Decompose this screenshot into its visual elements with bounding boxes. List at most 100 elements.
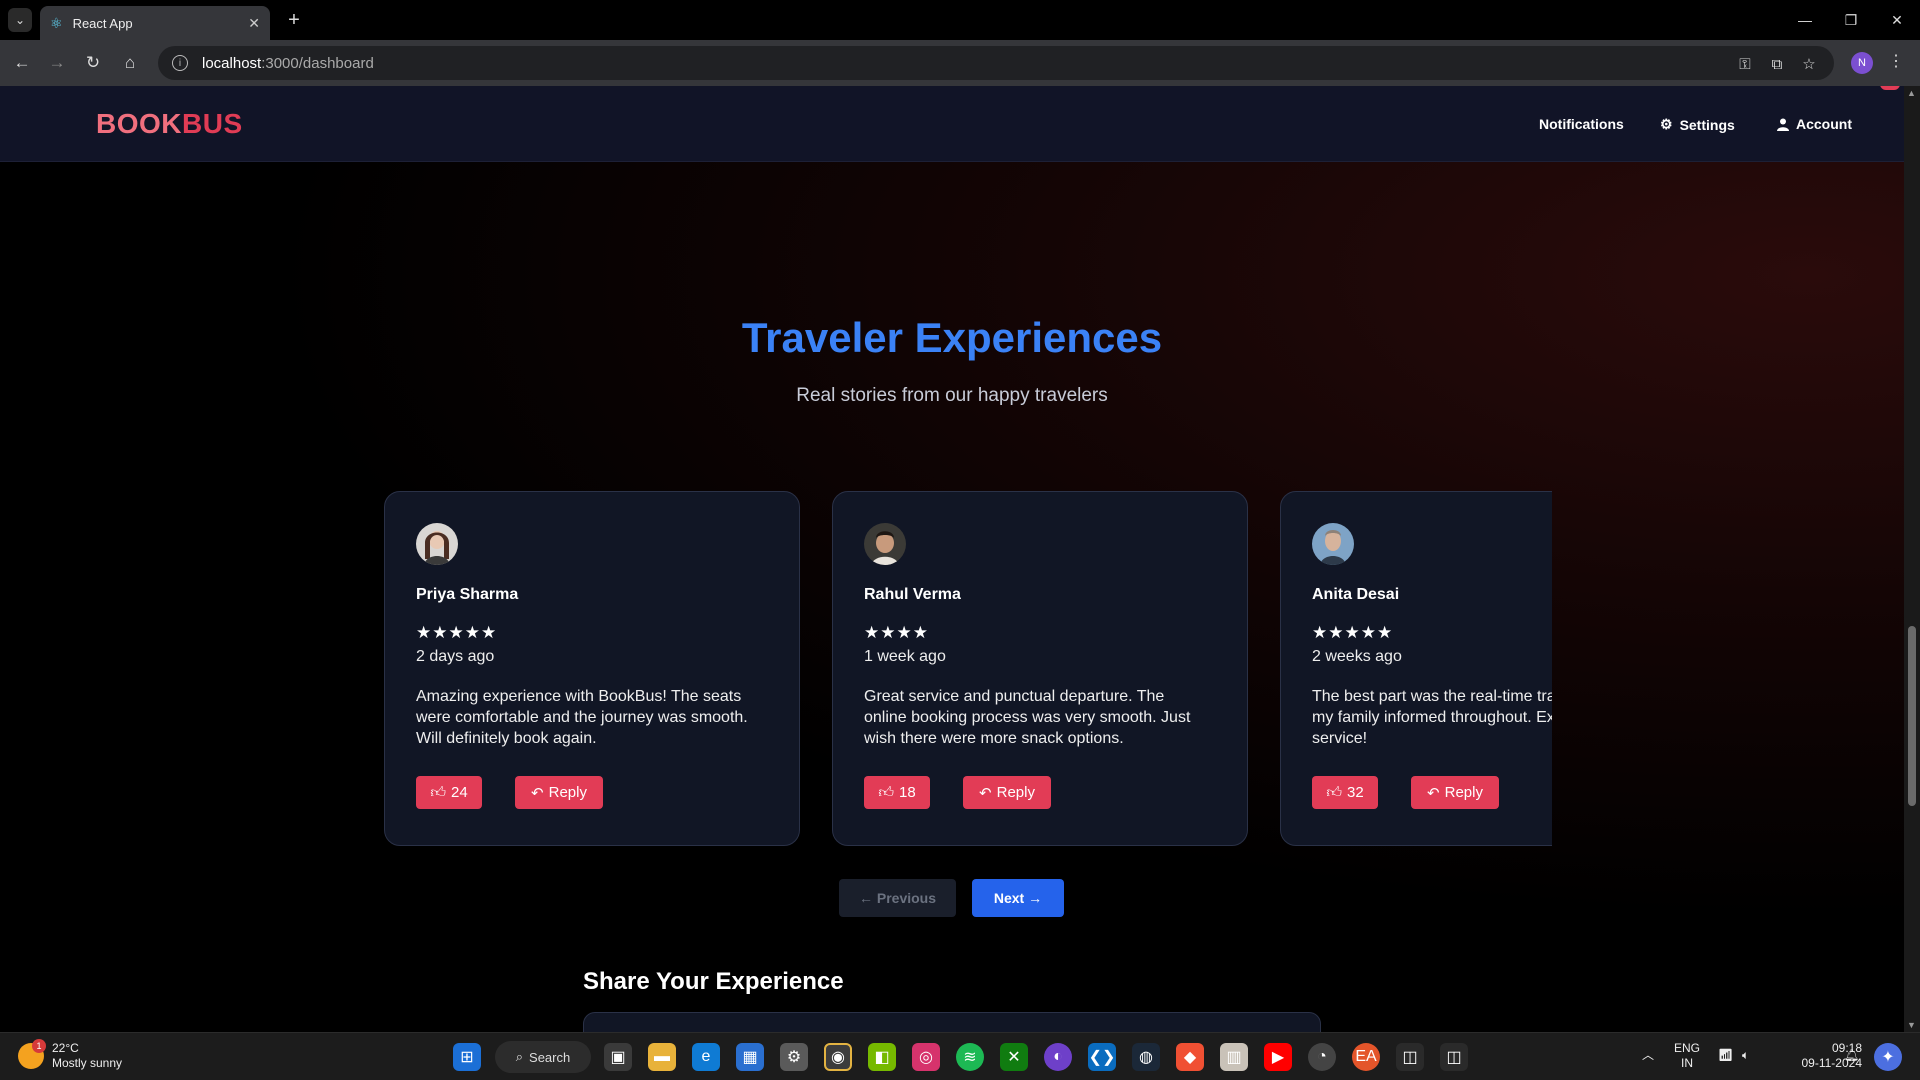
taskbar-search[interactable]: ⌕ Search — [495, 1041, 591, 1073]
copilot-icon[interactable]: ✦ — [1874, 1043, 1902, 1071]
show-hidden-icons-icon[interactable]: ︿ — [1642, 1048, 1654, 1063]
nav-settings[interactable]: ⚙ Settings — [1660, 116, 1735, 133]
nvidia-icon[interactable]: ◧ — [868, 1043, 896, 1071]
review-date: 2 weeks ago — [1312, 648, 1402, 665]
github-icon[interactable]: ◐ — [1044, 1043, 1072, 1071]
avatar — [1312, 523, 1354, 565]
xbox-icon[interactable]: ✕ — [1000, 1043, 1028, 1071]
weather-condition: Mostly sunny — [52, 1056, 123, 1070]
notification-bell-icon[interactable]: 🔔︎ — [1844, 1048, 1859, 1063]
reply-label: Reply — [1444, 784, 1483, 801]
new-tab-button[interactable]: + — [282, 8, 306, 32]
edge-icon[interactable]: e — [692, 1043, 720, 1071]
volume-icon[interactable]: 🔈︎ — [1742, 1048, 1749, 1063]
review-card: Priya Sharma ★★★★★ 2 days ago Amazing ex… — [384, 491, 800, 846]
scroll-down-arrow-icon[interactable]: ▼ — [1907, 1020, 1916, 1030]
nav-notifications-label: Notifications — [1539, 116, 1624, 132]
gear-icon: ⚙ — [1660, 116, 1673, 132]
unity-icon[interactable]: ◫ — [1440, 1043, 1468, 1071]
nav-notifications[interactable]: Notifications — [1539, 116, 1624, 132]
like-button[interactable]: 👍︎ 32 — [1312, 776, 1378, 809]
share-experience-title: Share Your Experience — [583, 968, 844, 995]
settings-app-icon[interactable]: ⚙ — [780, 1043, 808, 1071]
nav-account[interactable]: Account — [1777, 116, 1852, 132]
vscode-icon[interactable]: ❮❯ — [1088, 1043, 1116, 1071]
home-button[interactable]: ⌂ — [118, 51, 142, 75]
previous-button[interactable]: ← Previous — [839, 879, 956, 917]
git-icon[interactable]: ◆ — [1176, 1043, 1204, 1071]
page-scrollbar[interactable]: ▲ ▼ — [1904, 86, 1920, 1032]
reviewer-name: Anita Desai — [1312, 586, 1400, 603]
browser-toolbar: ← → ↻ ⌂ i localhost:3000/dashboard ⚿ ⧉ ☆ — [0, 40, 1920, 86]
file-explorer-icon[interactable]: ▬ — [648, 1043, 676, 1071]
site-logo[interactable]: BOOKBUS — [96, 108, 243, 140]
weather-widget[interactable]: 1 22°C Mostly sunny — [18, 1039, 123, 1071]
back-button[interactable]: ← — [10, 51, 34, 75]
forward-button[interactable]: → — [45, 51, 69, 75]
close-badge[interactable] — [1880, 86, 1900, 90]
reviewer-name: Priya Sharma — [416, 586, 519, 603]
reply-arrow-icon: ↶ — [531, 784, 544, 802]
ea-icon[interactable]: EA — [1352, 1043, 1380, 1071]
reply-button[interactable]: ↶ Reply — [963, 776, 1051, 809]
reviews-carousel: Priya Sharma ★★★★★ 2 days ago Amazing ex… — [384, 491, 1552, 847]
like-count: 24 — [451, 784, 468, 801]
windows-start-icon[interactable]: ⊞ — [453, 1043, 481, 1071]
like-count: 32 — [1347, 784, 1364, 801]
winrar-icon[interactable]: ▥ — [1220, 1043, 1248, 1071]
url-host: localhost — [202, 54, 262, 72]
like-count: 18 — [899, 784, 916, 801]
scrollbar-thumb[interactable] — [1908, 626, 1916, 806]
reply-button[interactable]: ↶ Reply — [1411, 776, 1499, 809]
task-view-icon[interactable]: ▣ — [604, 1043, 632, 1071]
wifi-icon[interactable]: 📶︎ — [1718, 1048, 1733, 1063]
youtube-icon[interactable]: ▶ — [1264, 1043, 1292, 1071]
obs-icon[interactable]: ◔ — [1308, 1043, 1336, 1071]
scroll-up-arrow-icon[interactable]: ▲ — [1907, 88, 1916, 98]
like-button[interactable]: 👍︎ 18 — [864, 776, 930, 809]
steam-icon[interactable]: ◍ — [1132, 1043, 1160, 1071]
review-text: Amazing experience with BookBus! The sea… — [416, 688, 748, 747]
minimize-button[interactable]: — — [1782, 0, 1828, 40]
tab-search-button[interactable]: ⌄ — [8, 8, 32, 32]
avatar — [864, 523, 906, 565]
review-card: Anita Desai ★★★★★ 2 weeks ago The best p… — [1280, 491, 1552, 846]
profile-avatar[interactable]: N — [1851, 52, 1873, 74]
next-button[interactable]: Next → — [972, 879, 1064, 917]
taskbar-search-label: Search — [529, 1049, 571, 1065]
like-button[interactable]: 👍︎ 24 — [416, 776, 482, 809]
nav-settings-label: Settings — [1679, 116, 1735, 133]
site-info-icon[interactable]: i — [172, 55, 188, 71]
reply-arrow-icon: ↶ — [1427, 784, 1440, 802]
thumbs-up-icon: 👍︎ — [878, 783, 894, 801]
browser-tab[interactable]: ⚛ React App ✕ — [40, 6, 270, 40]
weather-badge: 1 — [32, 1039, 46, 1053]
react-favicon-icon: ⚛ — [50, 14, 63, 31]
reply-label: Reply — [548, 784, 587, 801]
reply-button[interactable]: ↶ Reply — [515, 776, 603, 809]
close-window-button[interactable]: ✕ — [1874, 0, 1920, 40]
restore-button[interactable]: ❐ — [1828, 0, 1874, 40]
close-tab-icon[interactable]: ✕ — [248, 15, 260, 32]
thumbs-up-icon: 👍︎ — [1326, 783, 1342, 801]
bookmark-star-icon[interactable]: ☆ — [1800, 55, 1818, 73]
language-indicator[interactable]: ENG IN — [1674, 1041, 1700, 1071]
weather-temp: 22°C — [52, 1041, 79, 1055]
spotify-icon[interactable]: ≋ — [956, 1043, 984, 1071]
instagram-icon[interactable]: ◎ — [912, 1043, 940, 1071]
address-bar[interactable]: i localhost:3000/dashboard ⚿ ⧉ ☆ — [158, 46, 1834, 80]
install-app-icon[interactable]: ⧉ — [1768, 55, 1786, 73]
star-rating: ★★★★★ — [416, 623, 498, 642]
reply-label: Reply — [996, 784, 1035, 801]
review-date: 1 week ago — [864, 648, 946, 665]
review-text: Great service and punctual departure. Th… — [864, 688, 1191, 747]
review-date: 2 days ago — [416, 648, 495, 665]
reload-button[interactable]: ↻ — [81, 51, 105, 75]
sun-icon: 1 — [18, 1039, 46, 1069]
logo-part-book: BOOK — [96, 108, 182, 139]
browser-menu-icon[interactable]: ⋮ — [1888, 51, 1904, 71]
chrome-icon[interactable]: ◉ — [824, 1043, 852, 1071]
password-key-icon[interactable]: ⚿ — [1736, 55, 1754, 73]
microsoft-store-icon[interactable]: ▦ — [736, 1043, 764, 1071]
epic-games-icon[interactable]: ◫ — [1396, 1043, 1424, 1071]
